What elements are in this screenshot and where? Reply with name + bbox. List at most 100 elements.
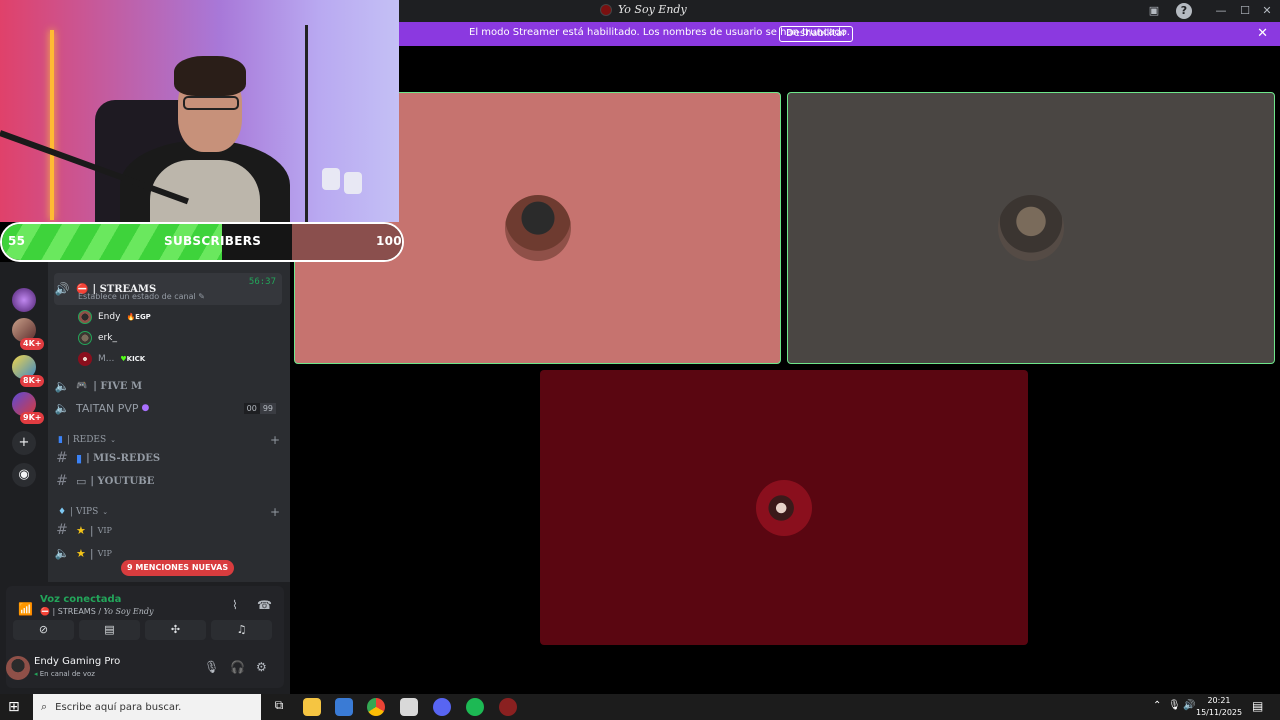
hash-icon: # [56, 450, 68, 466]
channel-name: | FIVE M [93, 380, 143, 392]
user-limit: 99 [259, 402, 276, 414]
microphone-icon[interactable]: 🎙 [1168, 700, 1181, 711]
light-stand [305, 25, 308, 222]
chrome-icon[interactable] [367, 698, 385, 716]
channel-name: TAITAN PVP [76, 401, 139, 415]
member-tag-text: EGP [135, 313, 151, 321]
user-limit-counter: 00 99 [243, 402, 276, 414]
speaker-icon: 🔈 [54, 401, 70, 415]
inbox-icon[interactable]: ▣ [1146, 3, 1162, 19]
explore-icon[interactable]: ◉ [12, 463, 36, 487]
screen-share-button[interactable]: ▤ [79, 620, 140, 640]
subscriber-label: SUBSCRIBERS [164, 234, 262, 248]
subscriber-count: 55 [8, 234, 26, 248]
close-window-button[interactable]: ✕ [1259, 3, 1275, 19]
speaker-icon: ◂ [34, 670, 38, 678]
new-mentions-button[interactable]: 9 MENCIONES NUEVAS [121, 560, 235, 576]
set-channel-status[interactable]: Establece un estado de canal ✎ [78, 292, 205, 301]
category-name: | VIPS [70, 507, 99, 517]
member-name: M... [98, 354, 115, 364]
close-icon[interactable]: ✕ [1257, 26, 1268, 41]
webcam-overlay [0, 0, 399, 222]
add-channel-icon[interactable]: + [270, 505, 280, 519]
text-channel-mis-redes[interactable]: # ▮ | MIS-REDES [54, 447, 282, 469]
server-icon[interactable] [12, 288, 36, 312]
camera-off-button[interactable]: ⊘ [13, 620, 74, 640]
category-vips[interactable]: ♦ | VIPS ⌄ + [58, 504, 280, 520]
call-timer: 56:37 [248, 277, 276, 287]
hash-icon: # [56, 522, 68, 538]
category-name: | REDES [66, 435, 107, 445]
voice-member[interactable]: erk_ [78, 328, 117, 348]
channel-name: | YOUTUBE [90, 475, 155, 487]
chevron-down-icon: ⌄ [110, 436, 117, 444]
subscriber-goal-bar: 55 SUBSCRIBERS 100 [0, 222, 404, 262]
avatar [504, 195, 571, 261]
member-tag: ♥KICK [120, 355, 145, 363]
desk-item [344, 172, 362, 194]
help-icon[interactable]: ? [1176, 3, 1192, 19]
voice-channel-taitan[interactable]: 🔈 TAITAN PVP ● 00 99 [54, 397, 282, 419]
windows-start-icon[interactable]: ⊞ [8, 699, 24, 715]
headphones-icon[interactable]: 🎧 [230, 660, 245, 674]
microphone-icon[interactable]: 🎙 [204, 660, 219, 674]
add-channel-icon[interactable]: + [270, 433, 280, 447]
voice-channel-streams[interactable]: 🔊 ⛔ | STREAMS 56:37 Establece un estado … [54, 273, 282, 305]
disconnect-icon[interactable]: ☎ [257, 598, 272, 612]
voice-member[interactable]: Endy 🔥EGP [78, 307, 151, 327]
mention-badge: 9K+ [20, 412, 45, 424]
spotify-icon[interactable] [466, 698, 484, 716]
streamer-hair [174, 56, 246, 96]
notification-icon[interactable]: ▤ [1252, 699, 1263, 713]
streamer-mode-banner: El modo Streamer está habilitado. Los no… [399, 22, 1280, 46]
avatar[interactable] [6, 656, 30, 680]
disable-streamer-mode-button[interactable]: Deshabilitar [779, 26, 854, 42]
app-icon[interactable] [499, 698, 517, 716]
volume-icon[interactable]: 🔊 [1183, 700, 1195, 711]
voice-member[interactable]: M... ♥KICK [78, 349, 145, 369]
user-status: ◂ En canal de voz [34, 670, 95, 678]
eggplant-icon: ● [141, 403, 150, 413]
user-name[interactable]: Endy Gaming Pro [34, 656, 120, 667]
chevron-up-icon[interactable]: ⌃ [1153, 700, 1161, 711]
gamepad-icon: 🎮 [76, 381, 88, 391]
category-redes[interactable]: ▮ | REDES ⌄ + [58, 432, 280, 448]
voice-channel-fivem[interactable]: 🔈 🎮 | FIVE M [54, 375, 282, 397]
participant-tile[interactable] [540, 370, 1028, 645]
desk-item [322, 168, 340, 190]
maximize-button[interactable]: ☐ [1237, 3, 1253, 19]
system-clock[interactable]: 20:21 15/11/2025 [1196, 695, 1242, 719]
store-icon[interactable] [335, 698, 353, 716]
laptop-icon: ▭ [76, 474, 87, 488]
taskbar-search[interactable]: ⌕ Escribe aquí para buscar. [33, 694, 261, 720]
file-explorer-icon[interactable] [303, 698, 321, 716]
hash-icon: # [56, 473, 68, 489]
led-light [50, 30, 54, 220]
clock-time: 20:21 [1207, 696, 1231, 705]
voice-connected-label[interactable]: Voz conectada [40, 594, 121, 605]
minimize-button[interactable]: — [1213, 3, 1229, 19]
task-view-icon[interactable]: ⧉ [270, 698, 288, 716]
text-channel-vip[interactable]: # ★ | VIP [54, 519, 282, 541]
roblox-icon[interactable] [400, 698, 418, 716]
avatar [78, 310, 92, 324]
gear-icon[interactable]: ⚙ [256, 660, 267, 674]
discord-icon[interactable] [433, 698, 451, 716]
activities-button[interactable]: ✣ [145, 620, 206, 640]
add-server-icon[interactable]: + [12, 431, 36, 455]
voice-server-name: Yo Soy Endy [103, 607, 154, 616]
signal-icon[interactable]: 📶 [18, 602, 33, 616]
user-count: 00 [243, 402, 260, 414]
noise-suppression-icon[interactable]: ⌇ [232, 598, 238, 612]
diamond-icon: ♦ [58, 507, 67, 517]
user-status-text: En canal de voz [39, 670, 95, 678]
star-icon: ★ [76, 523, 86, 537]
member-name: Endy [98, 312, 121, 322]
participant-tile[interactable] [787, 92, 1275, 364]
no-entry-icon: ⛔ [40, 607, 50, 616]
taskbar: ⊞ ⌕ Escribe aquí para buscar. ⧉ ⌃ 🎙 🔊 20… [0, 694, 1280, 720]
channel-name: | MIS-REDES [86, 452, 161, 464]
voice-channel-path[interactable]: ⛔ | STREAMS / Yo Soy Endy [40, 607, 154, 616]
soundboard-button[interactable]: ♫ [211, 620, 272, 640]
text-channel-youtube[interactable]: # ▭ | YOUTUBE [54, 470, 282, 492]
